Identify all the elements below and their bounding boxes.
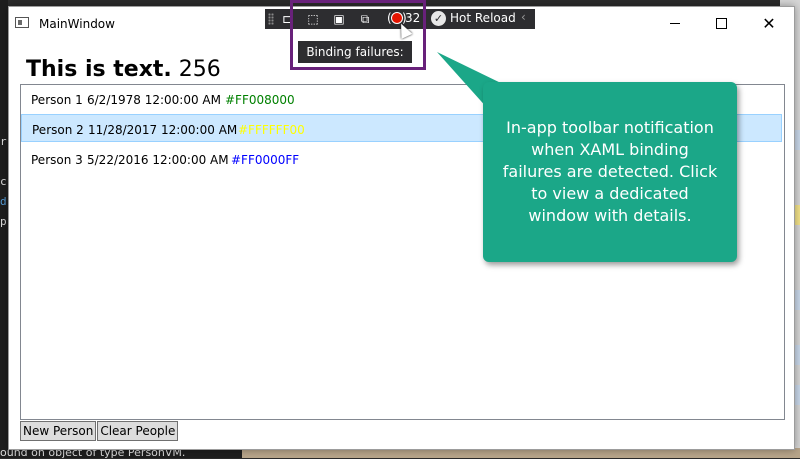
- person-color: #FFFFFF00: [238, 123, 305, 137]
- new-person-button[interactable]: New Person: [20, 421, 97, 441]
- person-date: 11/28/2017 12:00:00 AM: [88, 123, 238, 137]
- person-name: Person 3: [31, 153, 83, 167]
- close-button[interactable]: ✕: [746, 7, 792, 40]
- clear-people-button[interactable]: Clear People: [97, 421, 179, 441]
- callout-bubble: In-app toolbar notification when XAML bi…: [483, 82, 737, 262]
- person-color: #FF0000FF: [231, 153, 300, 167]
- maximize-button[interactable]: [698, 7, 744, 40]
- hot-reload-label[interactable]: Hot Reload: [450, 11, 516, 25]
- page-heading: This is text. 256: [26, 57, 221, 82]
- hot-reload-check-icon[interactable]: ✓: [431, 11, 446, 26]
- person-date: 6/2/1978 12:00:00 AM: [87, 93, 221, 107]
- person-date: 5/22/2016 12:00:00 AM: [87, 153, 229, 167]
- ide-fragment: r: [0, 135, 7, 148]
- ide-fragment: c: [0, 175, 7, 188]
- minimize-button[interactable]: [652, 7, 698, 40]
- toolbar-grip-icon[interactable]: [268, 13, 274, 25]
- heading-bold-text: This is text.: [26, 57, 172, 82]
- minimize-icon: [670, 23, 680, 24]
- background-ide-strip: r c d p: [0, 0, 8, 458]
- collapse-toolbar-icon[interactable]: ‹: [521, 10, 526, 24]
- person-color: #FF008000: [225, 93, 295, 107]
- window-app-icon: [15, 17, 29, 28]
- button-bar: New Person Clear People: [20, 421, 179, 441]
- person-name: Person 1: [31, 93, 83, 107]
- ide-fragment: p: [0, 215, 7, 228]
- maximize-icon: [715, 18, 727, 29]
- close-icon: ✕: [762, 14, 776, 33]
- person-name: Person 2: [32, 123, 84, 137]
- heading-number: 256: [178, 57, 221, 82]
- window-title: MainWindow: [39, 17, 115, 31]
- callout-text: In-app toolbar notification when XAML bi…: [502, 118, 718, 225]
- ide-fragment: d: [0, 195, 7, 208]
